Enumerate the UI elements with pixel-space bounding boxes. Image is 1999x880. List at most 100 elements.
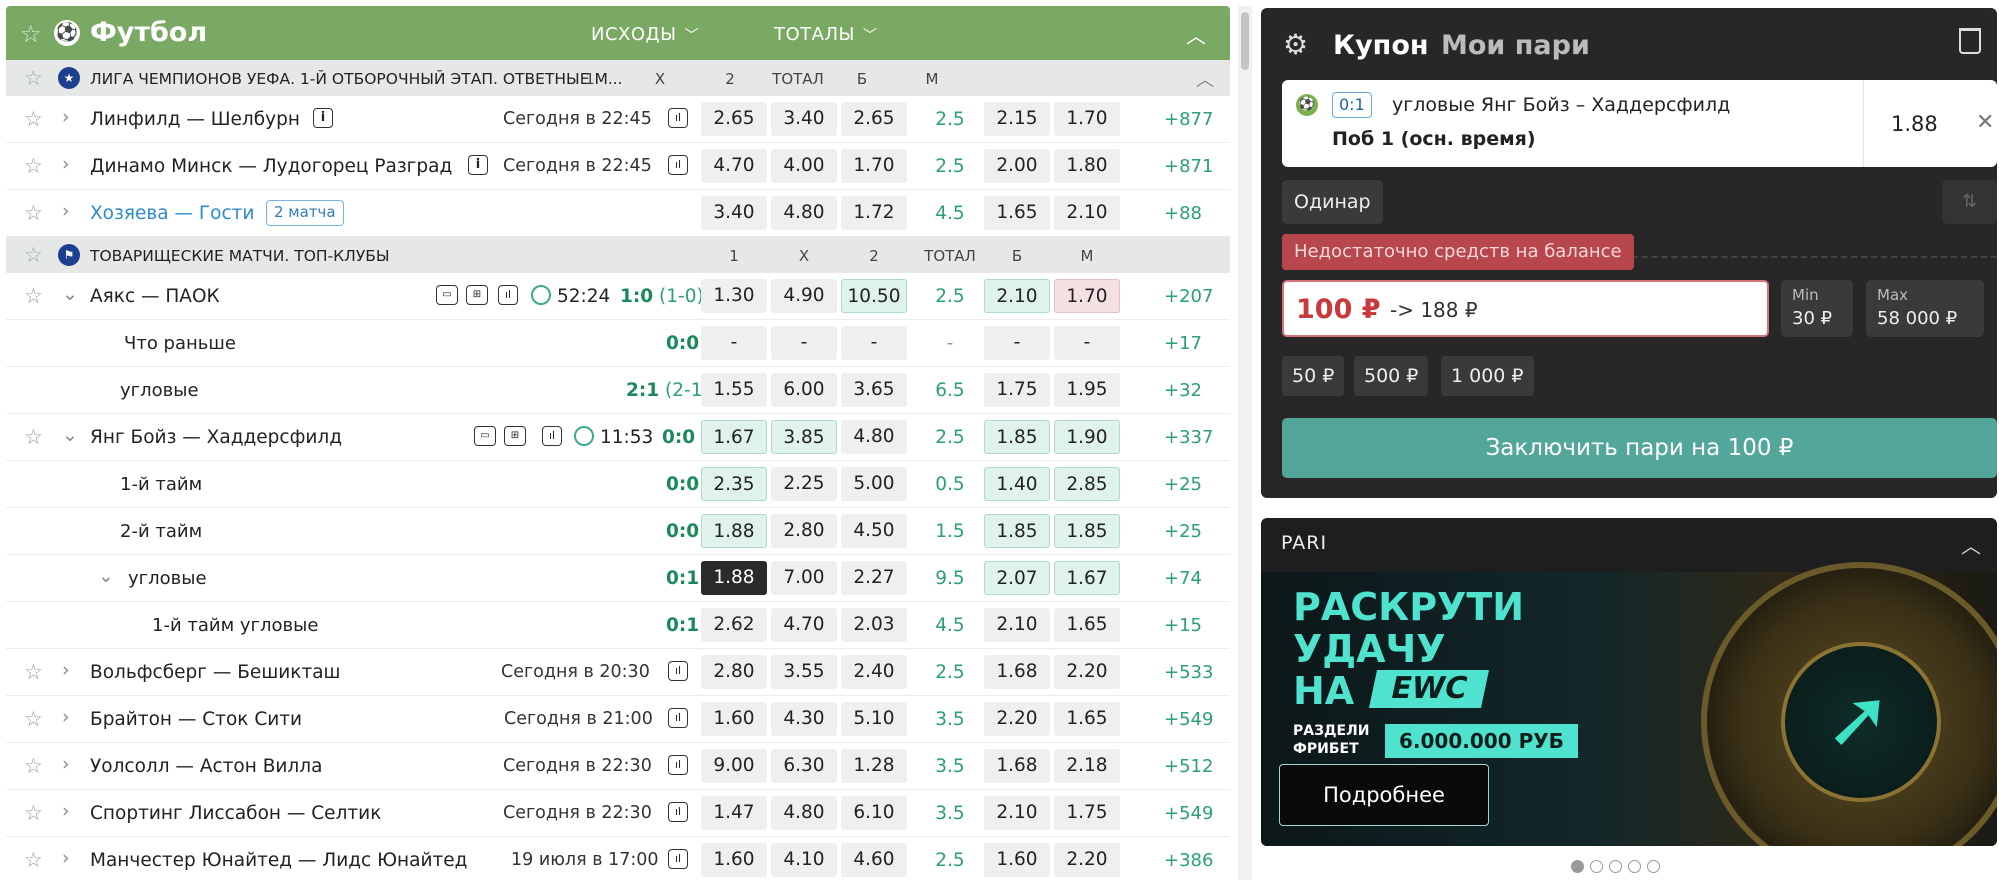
star-icon[interactable]: ☆ bbox=[24, 801, 43, 825]
table-row[interactable]: 1-й тайм угловые 0:1 2.62 4.70 2.03 4.5 … bbox=[6, 602, 1230, 649]
video-icon[interactable]: ▭ bbox=[436, 285, 458, 305]
stats-icon[interactable]: ıl bbox=[668, 155, 688, 175]
stats-icon[interactable]: ıl bbox=[668, 661, 688, 681]
event-name[interactable]: Янг Бойз — Хаддерсфилд bbox=[90, 427, 342, 448]
odd-x[interactable]: 6.00 bbox=[771, 373, 837, 407]
odd-over[interactable]: 2.00 bbox=[984, 149, 1050, 183]
promo-banner[interactable]: ➚ РАСКРУТИ УДАЧУ НА EWC РАЗДЕЛИ ФРИБЕТ 6.00… bbox=[1261, 562, 1997, 846]
carousel-dots[interactable] bbox=[1571, 858, 1666, 874]
odd-under[interactable]: 1.65 bbox=[1054, 702, 1120, 736]
odd-x[interactable]: 3.85 bbox=[771, 420, 837, 454]
max-stake-button[interactable]: Max 58 000 ₽ bbox=[1866, 280, 1984, 337]
stats-icon[interactable]: ıl bbox=[498, 285, 518, 305]
event-name[interactable]: Линфилд — Шелбурн bbox=[90, 109, 300, 130]
more-markets[interactable]: +88 bbox=[1164, 203, 1202, 224]
bet-type-dropdown[interactable]: Одинар bbox=[1282, 180, 1383, 224]
star-icon[interactable]: ☆ bbox=[24, 201, 43, 225]
odd-over[interactable]: 1.68 bbox=[984, 749, 1050, 783]
odd-1[interactable]: 1.67 bbox=[701, 420, 767, 454]
table-row[interactable]: ☆ › Манчестер Юнайтед — Лидс Юнайтед 19 и… bbox=[6, 837, 1230, 880]
chevron-right-icon[interactable]: › bbox=[62, 106, 70, 128]
odd-under[interactable]: 1.70 bbox=[1054, 102, 1120, 136]
more-markets[interactable]: +32 bbox=[1164, 380, 1202, 401]
more-markets[interactable]: +25 bbox=[1164, 521, 1202, 542]
odd-x[interactable]: 2.25 bbox=[771, 467, 837, 501]
star-icon[interactable]: ☆ bbox=[24, 707, 43, 731]
league-header[interactable]: ☆ ⚑ ТОВАРИЩЕСКИЕ МАТЧИ. ТОП-КЛУБЫ 1 X 2 … bbox=[6, 237, 1230, 273]
stats-icon[interactable]: ıl bbox=[668, 755, 688, 775]
odd-over[interactable]: 1.40 bbox=[984, 467, 1050, 501]
table-row[interactable]: ⌄ угловые 0:1 1.88 7.00 2.27 9.5 2.07 1.… bbox=[6, 555, 1230, 602]
odd-x[interactable]: 4.80 bbox=[771, 196, 837, 230]
star-icon[interactable]: ☆ bbox=[24, 284, 43, 308]
chevron-right-icon[interactable]: › bbox=[62, 153, 70, 175]
chevron-right-icon[interactable]: › bbox=[62, 800, 70, 822]
carousel-dot[interactable] bbox=[1609, 860, 1622, 873]
odd-1[interactable]: 1.60 bbox=[701, 702, 767, 736]
odd-over[interactable]: 2.10 bbox=[984, 796, 1050, 830]
odd-1[interactable]: 1.55 bbox=[701, 373, 767, 407]
star-icon[interactable]: ☆ bbox=[24, 107, 43, 131]
odd-under[interactable]: 1.95 bbox=[1054, 373, 1120, 407]
odd-under[interactable]: 1.75 bbox=[1054, 796, 1120, 830]
matches-badge[interactable]: 2 матча bbox=[266, 200, 344, 226]
table-row[interactable]: ☆ › Хозяева — Гости 2 матча 3.40 4.80 1.7… bbox=[6, 190, 1230, 237]
odd-2[interactable]: 4.80 bbox=[841, 420, 907, 454]
tab-coupon[interactable]: Купон bbox=[1333, 30, 1429, 61]
event-name[interactable]: Уолсолл — Астон Вилла bbox=[90, 756, 322, 777]
submarket-name[interactable]: Что раньше bbox=[124, 333, 236, 354]
odd-1-selected[interactable]: 1.88 bbox=[701, 561, 767, 595]
odd-x[interactable]: 3.55 bbox=[771, 655, 837, 689]
chevron-up-icon[interactable]: ︿ bbox=[1961, 530, 1981, 559]
odd-2[interactable]: 1.72 bbox=[841, 196, 907, 230]
more-markets[interactable]: +533 bbox=[1164, 662, 1213, 683]
info-icon[interactable]: i bbox=[313, 108, 333, 128]
odd-2[interactable]: 5.10 bbox=[841, 702, 907, 736]
odd-x[interactable]: 4.90 bbox=[771, 279, 837, 313]
chevron-down-icon[interactable]: ⌄ bbox=[98, 565, 114, 587]
odd-under[interactable]: 1.70 bbox=[1054, 279, 1120, 313]
stake-input[interactable]: 100 ₽ -> 188 ₽ bbox=[1282, 280, 1769, 337]
odd-2[interactable]: 2.03 bbox=[841, 608, 907, 642]
stake-amount[interactable]: 100 ₽ bbox=[1296, 294, 1381, 325]
chevron-down-icon[interactable]: ⌄ bbox=[62, 424, 78, 446]
event-name[interactable]: Манчестер Юнайтед — Лидс Юнайтед bbox=[90, 850, 467, 871]
chevron-right-icon[interactable]: › bbox=[62, 659, 70, 681]
submarket-name[interactable]: 1-й тайм bbox=[120, 474, 202, 495]
odd-over[interactable]: 1.85 bbox=[984, 514, 1050, 548]
quick-stake-50[interactable]: 50 ₽ bbox=[1282, 356, 1345, 396]
odd-over[interactable]: 1.85 bbox=[984, 420, 1050, 454]
chevron-right-icon[interactable]: › bbox=[62, 200, 70, 222]
table-row[interactable]: ☆ › Уолсолл — Астон Вилла Сегодня в 22:30… bbox=[6, 743, 1230, 790]
outcomes-dropdown[interactable]: ИСХОДЫ ﹀ bbox=[591, 24, 699, 45]
event-name[interactable]: Спортинг Лиссабон — Селтик bbox=[90, 803, 381, 824]
odd-2[interactable]: 5.00 bbox=[841, 467, 907, 501]
odd-over[interactable]: 1.65 bbox=[984, 196, 1050, 230]
odd-2[interactable]: 10.50 bbox=[841, 279, 907, 313]
event-name[interactable]: Хозяева — Гости bbox=[90, 203, 254, 224]
event-name[interactable]: Брайтон — Сток Сити bbox=[90, 709, 302, 730]
table-row[interactable]: ☆ › Брайтон — Сток Сити Сегодня в 21:00 ı… bbox=[6, 696, 1230, 743]
odd-under[interactable]: 1.67 bbox=[1054, 561, 1120, 595]
odd-x[interactable]: 4.10 bbox=[771, 843, 837, 877]
carousel-dot[interactable] bbox=[1647, 860, 1660, 873]
event-name[interactable]: Аякс — ПАОК bbox=[90, 286, 220, 307]
more-markets[interactable]: +549 bbox=[1164, 803, 1213, 824]
quick-stake-1000[interactable]: 1 000 ₽ bbox=[1441, 356, 1534, 396]
more-markets[interactable]: +877 bbox=[1164, 109, 1213, 130]
table-row[interactable]: ☆ › Динамо Минск — Лудогорец Разград i Се… bbox=[6, 143, 1230, 190]
odd-2[interactable]: 1.70 bbox=[841, 149, 907, 183]
odd-x[interactable]: 7.00 bbox=[771, 561, 837, 595]
odd-under[interactable]: 1.65 bbox=[1054, 608, 1120, 642]
odd-under[interactable]: 1.90 bbox=[1054, 420, 1120, 454]
odd-over[interactable]: 1.60 bbox=[984, 843, 1050, 877]
star-icon[interactable]: ☆ bbox=[24, 243, 43, 267]
odd-x[interactable]: 4.80 bbox=[771, 796, 837, 830]
odd-2[interactable]: 6.10 bbox=[841, 796, 907, 830]
odd-2[interactable]: 2.27 bbox=[841, 561, 907, 595]
odd-over[interactable]: 2.15 bbox=[984, 102, 1050, 136]
submarket-name[interactable]: угловые bbox=[120, 380, 199, 401]
stats-icon[interactable]: ıl bbox=[668, 849, 688, 869]
carousel-dot[interactable] bbox=[1590, 860, 1603, 873]
odd-under[interactable]: 2.10 bbox=[1054, 196, 1120, 230]
